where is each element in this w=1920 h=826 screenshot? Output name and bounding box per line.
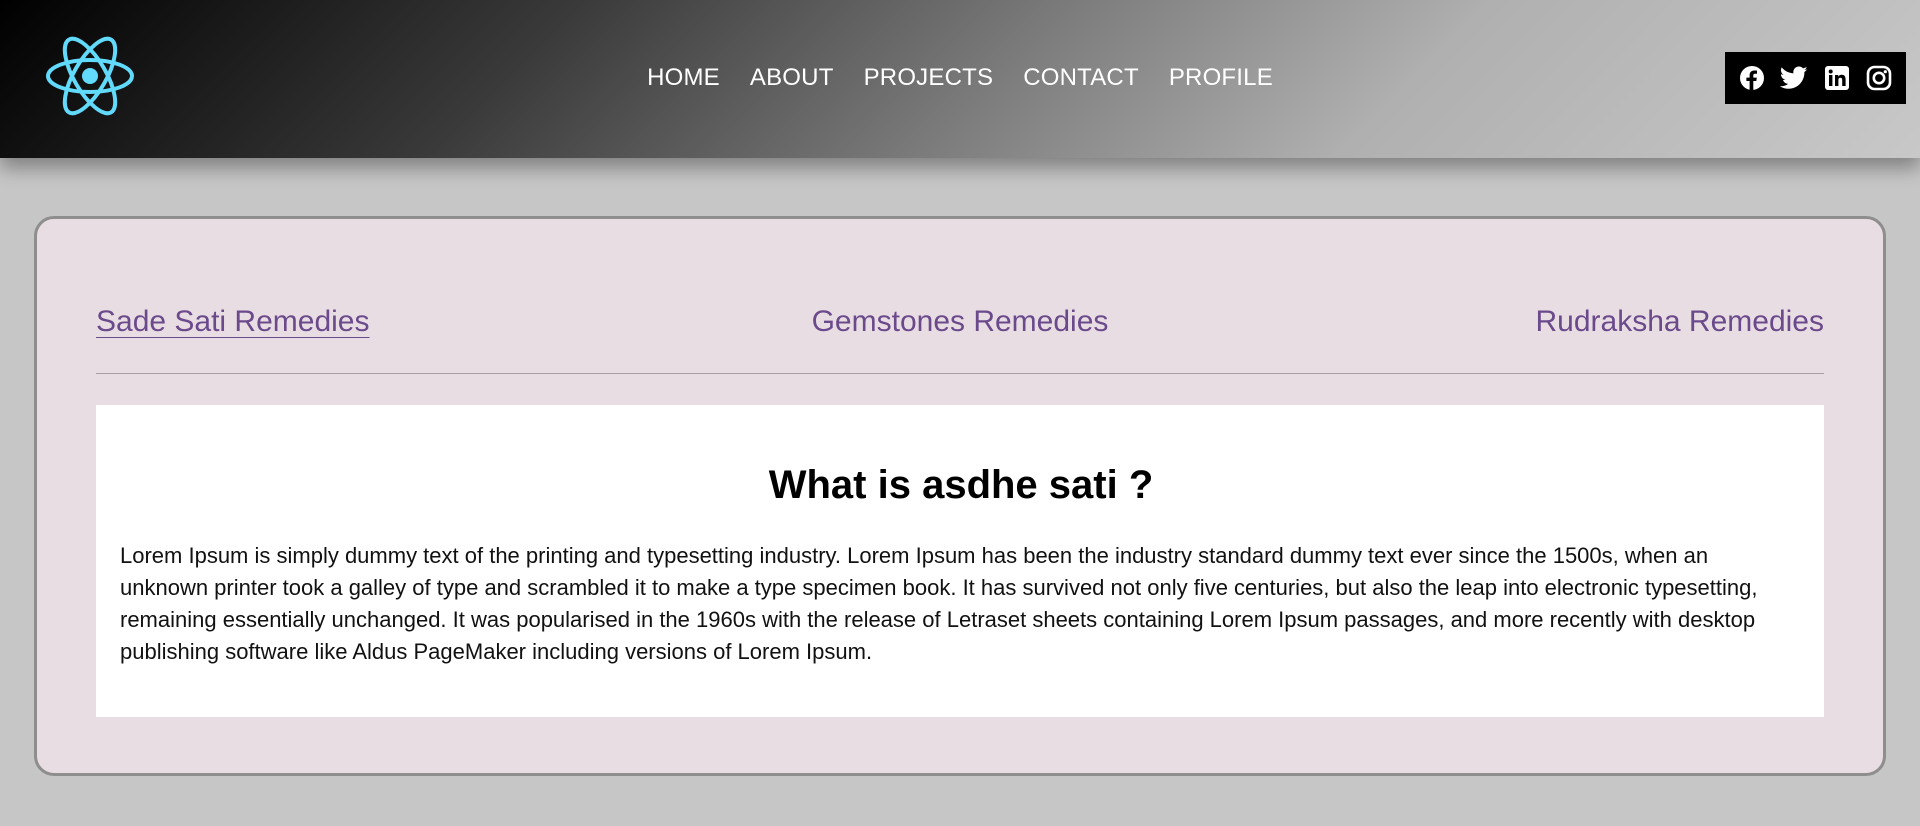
content-heading: What is asdhe sati ? (768, 463, 1154, 507)
main-nav: HOME ABOUT PROJECTS CONTACT PROFILE (0, 64, 1920, 92)
instagram-icon[interactable] (1864, 63, 1894, 93)
remedy-tabs: Sade Sati Remedies Gemstones Remedies Ru… (96, 305, 1824, 345)
content-body: Lorem Ipsum is simply dummy text of the … (120, 543, 1758, 664)
linkedin-icon[interactable] (1822, 63, 1852, 93)
nav-home-link[interactable]: HOME (647, 64, 720, 92)
nav-about-link[interactable]: ABOUT (750, 64, 834, 92)
tab-gemstones-remedies[interactable]: Gemstones Remedies (812, 305, 1109, 339)
facebook-icon[interactable] (1737, 63, 1767, 93)
site-header: HOME ABOUT PROJECTS CONTACT PROFILE (0, 0, 1920, 158)
nav-contact-link[interactable]: CONTACT (1023, 64, 1139, 92)
tab-sade-sati-remedies[interactable]: Sade Sati Remedies (96, 305, 370, 339)
social-links (1725, 52, 1906, 104)
tabs-divider (96, 373, 1824, 374)
nav-profile-link[interactable]: PROFILE (1169, 64, 1273, 92)
tab-rudraksha-remedies[interactable]: Rudraksha Remedies (1536, 305, 1824, 339)
content-panel: What is asdhe sati ? Lorem Ipsum is simp… (96, 405, 1824, 717)
twitter-icon[interactable] (1779, 63, 1809, 93)
nav-projects-link[interactable]: PROJECTS (864, 64, 994, 92)
